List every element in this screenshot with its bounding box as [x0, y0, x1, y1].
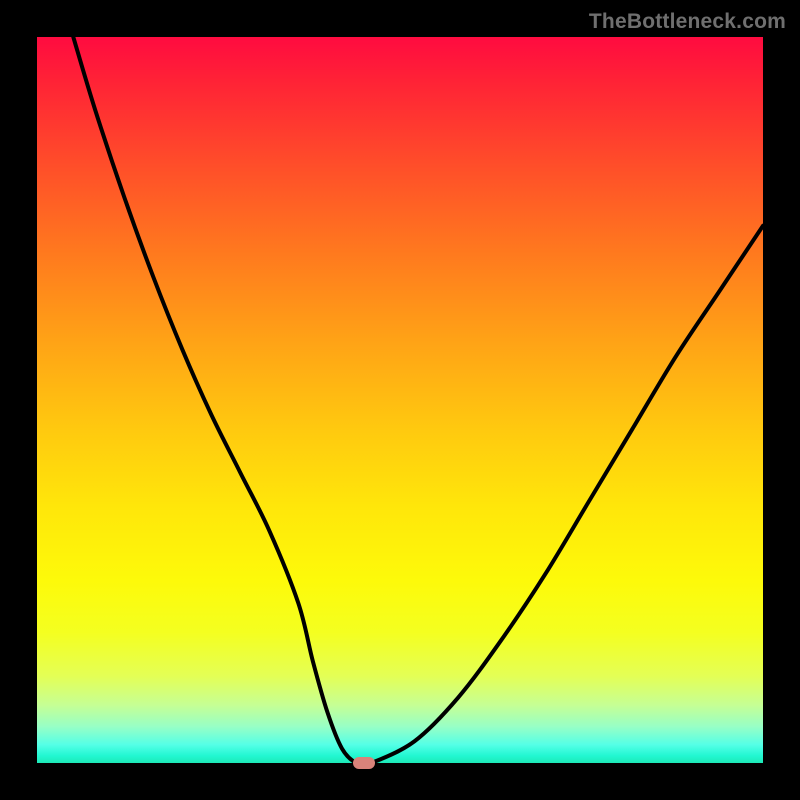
optimal-marker	[353, 757, 375, 769]
curve-path	[73, 37, 763, 763]
bottleneck-curve	[37, 37, 763, 763]
watermark-text: TheBottleneck.com	[589, 10, 786, 34]
plot-area	[37, 37, 763, 763]
chart-frame: TheBottleneck.com	[0, 0, 800, 800]
